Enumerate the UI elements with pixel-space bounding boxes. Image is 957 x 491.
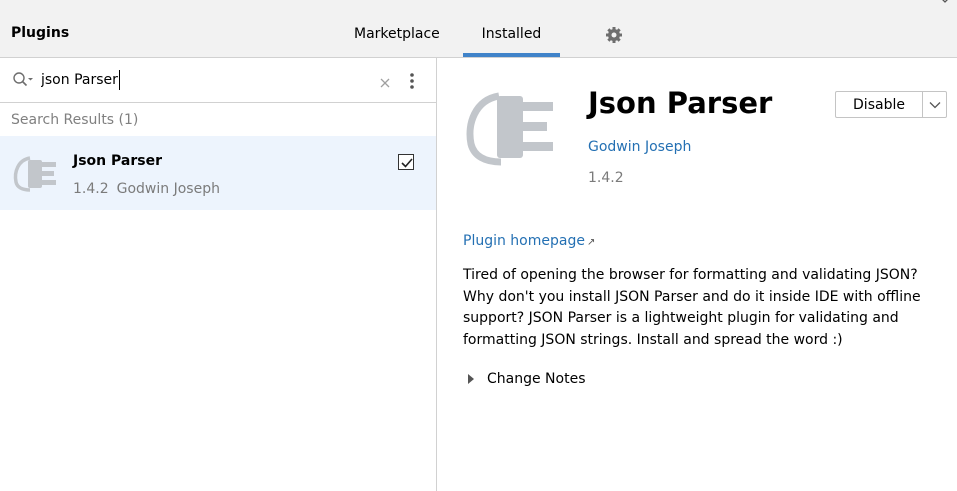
list-item[interactable]: Json Parser 1.4.2 Godwin Joseph — [0, 136, 436, 210]
chevron-down-icon — [929, 101, 940, 108]
plugin-detail-panel: Json Parser Godwin Joseph 1.4.2 Disable … — [438, 58, 957, 491]
close-icon[interactable] — [936, 0, 954, 5]
external-link-icon: ↗ — [586, 237, 596, 248]
change-notes-toggle[interactable]: Change Notes — [468, 371, 586, 387]
plugin-plug-icon — [465, 82, 557, 172]
enabled-checkbox[interactable] — [398, 154, 414, 170]
change-notes-label: Change Notes — [487, 371, 586, 387]
plugin-title: Json Parser — [588, 86, 773, 120]
more-options-icon[interactable] — [408, 71, 416, 91]
disable-options-dropdown[interactable] — [923, 91, 947, 118]
text-caret — [119, 70, 120, 90]
plugin-homepage-link[interactable]: Plugin homepage ↗ — [463, 233, 595, 249]
active-tab-indicator — [463, 53, 560, 57]
search-input[interactable] — [41, 69, 361, 91]
disable-button-group: Disable — [835, 91, 947, 118]
plugin-version: 1.4.2 — [588, 170, 624, 186]
page-title: Plugins — [11, 25, 70, 41]
result-plugin-version: 1.4.2 — [73, 181, 109, 197]
plugins-header: Plugins Marketplace Installed — [0, 0, 957, 58]
tab-marketplace[interactable]: Marketplace — [354, 26, 440, 58]
search-results-label: Search Results (1) — [11, 112, 139, 128]
search-icon[interactable] — [12, 71, 34, 89]
result-plugin-vendor: Godwin Joseph — [116, 181, 220, 197]
clear-search-icon[interactable] — [379, 74, 391, 88]
result-plugin-meta: 1.4.2 Godwin Joseph — [73, 181, 220, 197]
search-bar — [0, 58, 437, 103]
plugin-list-panel: Search Results (1) Json Parser 1.4.2 Godw… — [0, 58, 437, 491]
expand-triangle-icon — [468, 374, 474, 384]
plugin-plug-icon — [12, 150, 60, 196]
gear-icon[interactable] — [604, 25, 624, 45]
plugin-vendor-link[interactable]: Godwin Joseph — [588, 139, 691, 155]
result-plugin-name: Json Parser — [73, 153, 162, 169]
disable-button[interactable]: Disable — [835, 91, 923, 118]
plugin-homepage-label: Plugin homepage — [463, 233, 585, 249]
plugin-description: Tired of opening the browser for formatt… — [463, 267, 921, 348]
